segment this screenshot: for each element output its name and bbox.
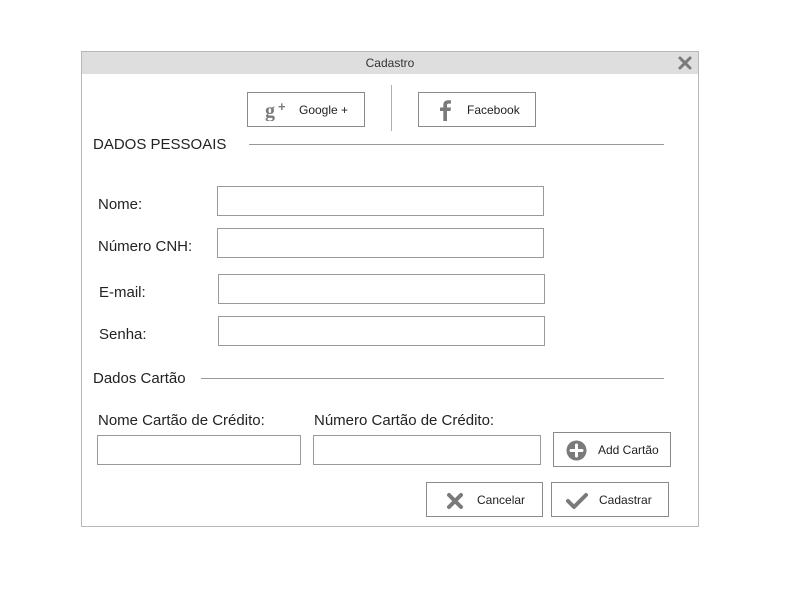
close-button[interactable] [677,55,693,71]
nome-label: Nome: [98,196,143,213]
x-icon [447,493,463,509]
facebook-label: Facebook [467,102,520,117]
facebook-icon [440,100,451,121]
email-label: E-mail: [99,284,146,301]
divider [391,85,392,131]
nome-input[interactable] [217,186,544,216]
facebook-button[interactable]: Facebook [418,92,536,127]
submit-label: Cadastrar [599,492,652,507]
svg-text:+: + [278,99,286,114]
add-card-label: Add Cartão [598,442,659,457]
senha-input[interactable] [218,316,545,346]
add-card-button[interactable]: Add Cartão [553,432,671,467]
section-divider [249,144,664,145]
section-card-title: Dados Cartão [93,370,186,387]
section-divider [201,378,664,379]
submit-button[interactable]: Cadastrar [551,482,669,517]
svg-text:g: g [265,100,275,121]
senha-label: Senha: [99,326,147,343]
section-personal-title: DADOS PESSOAIS [93,136,227,153]
google-plus-icon: g + [265,99,286,121]
card-number-label: Número Cartão de Crédito: [314,412,495,429]
email-input[interactable] [218,274,545,304]
close-icon [678,56,692,70]
cnh-input[interactable] [217,228,544,258]
google-plus-label: Google + [299,102,349,117]
cancel-label: Cancelar [477,492,526,507]
card-name-label: Nome Cartão de Crédito: [98,412,265,429]
dialog-title: Cadastro [365,56,415,70]
cancel-button[interactable]: Cancelar [426,482,543,517]
plus-circle-icon [566,440,587,461]
checkmark-icon [566,493,588,509]
cnh-label: Número CNH: [98,238,193,255]
card-number-input[interactable] [313,435,541,465]
card-name-input[interactable] [97,435,301,465]
google-plus-button[interactable]: g + Google + [247,92,365,127]
